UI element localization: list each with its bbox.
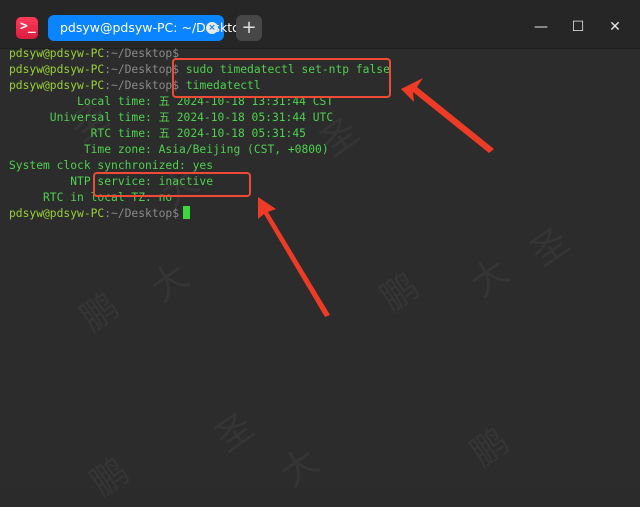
maximize-button[interactable]: ☐ <box>568 17 588 37</box>
new-tab-button[interactable]: + <box>236 15 262 41</box>
minimize-button[interactable]: — <box>531 17 551 37</box>
terminal-area[interactable]: 圣 大 圣 鹏 大 圣 鹏 大 圣 大 鹏 鹏 pdsyw@pdsyw-PC:~… <box>0 47 640 505</box>
terminal-tab[interactable]: pdsyw@pdsyw-PC: ~/Desktop × <box>48 15 248 41</box>
title-bar: >_ pdsyw@pdsyw-PC: ~/Desktop × + — ☐ ✕ <box>0 0 640 49</box>
terminal-prompt-icon: >_ <box>20 19 36 34</box>
tab-close-icon[interactable]: × <box>206 22 218 34</box>
tab-title: pdsyw@pdsyw-PC: ~/Desktop <box>60 20 248 35</box>
arrow-to-ntp <box>258 197 330 317</box>
arrow-to-command <box>401 78 494 153</box>
close-button[interactable]: ✕ <box>605 17 625 37</box>
annotation-arrows <box>258 78 494 317</box>
terminal-app-icon[interactable]: >_ <box>16 17 38 39</box>
